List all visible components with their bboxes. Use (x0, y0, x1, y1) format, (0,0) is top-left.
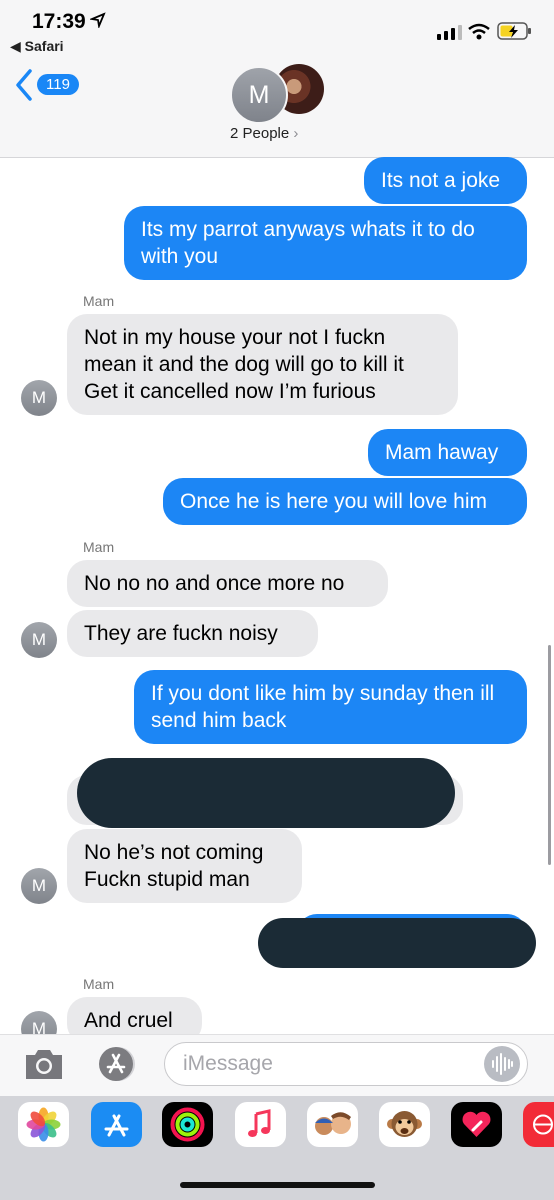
message-bubble-outgoing[interactable]: Mam haway (368, 429, 527, 476)
sender-avatar[interactable]: M (21, 380, 57, 416)
audio-message-button[interactable] (484, 1046, 520, 1082)
app-store-drawer-icon[interactable] (93, 1044, 141, 1084)
music-icon (248, 1109, 271, 1137)
memoji-icon (315, 1112, 351, 1135)
app-store-app-button[interactable] (91, 1102, 142, 1147)
sender-name: Mam (83, 976, 115, 992)
photos-app-button[interactable] (18, 1102, 69, 1147)
animoji-app-button[interactable] (379, 1102, 430, 1147)
location-arrow-icon (90, 12, 106, 28)
chevron-right-icon: › (293, 125, 299, 142)
digital-touch-icon (462, 1111, 491, 1137)
web-icon (533, 1114, 553, 1135)
message-bubble-incoming[interactable]: No he’s not coming Fuckn stupid man (67, 829, 302, 903)
home-indicator[interactable] (180, 1182, 375, 1188)
message-bubble-incoming[interactable]: Not in my house your not I fuckn mean it… (67, 314, 458, 415)
message-bubble-outgoing[interactable]: Its my parrot anyways whats it to do wit… (124, 206, 527, 280)
activity-app-button[interactable] (162, 1102, 213, 1147)
back-to-safari-link[interactable]: ◀ Safari (10, 38, 64, 55)
music-app-button[interactable] (235, 1102, 286, 1147)
redaction-overlay (77, 758, 455, 828)
activity-icon (170, 1107, 205, 1142)
message-bubble-outgoing[interactable]: Once he is here you will love him (163, 478, 527, 525)
signal-icon (437, 25, 462, 40)
group-label: 2 People (230, 125, 290, 142)
status-time: 17:39 (32, 10, 86, 33)
wifi-icon (468, 23, 490, 40)
animoji-icon (387, 1111, 422, 1137)
sender-avatar[interactable]: M (21, 622, 57, 658)
photos-icon (26, 1107, 61, 1142)
back-chevron-icon[interactable] (14, 68, 34, 102)
sender-name: Mam (83, 539, 115, 555)
group-people-button[interactable]: 2 People › (230, 125, 298, 142)
web-app-button[interactable] (523, 1102, 554, 1147)
contact-avatar[interactable]: M (230, 66, 288, 124)
camera-icon[interactable] (22, 1046, 66, 1082)
digital-touch-app-button[interactable] (451, 1102, 502, 1147)
app-store-icon (104, 1114, 129, 1137)
scroll-indicator[interactable] (548, 645, 551, 865)
message-bubble-incoming[interactable]: No no no and once more no (67, 560, 388, 607)
message-bubble-incoming[interactable]: They are fuckn noisy (67, 610, 318, 657)
sender-avatar[interactable]: M (21, 868, 57, 904)
message-bubble-outgoing[interactable]: Its not a joke (364, 157, 527, 204)
waveform-icon (492, 1053, 513, 1075)
redaction-overlay (258, 918, 536, 968)
imessage-placeholder: iMessage (183, 1052, 273, 1075)
message-bubble-outgoing[interactable]: If you dont like him by sunday then ill … (134, 670, 527, 744)
memoji-app-button[interactable] (307, 1102, 358, 1147)
battery-charging-icon (497, 22, 531, 40)
sender-name: Mam (83, 293, 115, 309)
back-unread-count[interactable]: 119 (37, 74, 79, 95)
